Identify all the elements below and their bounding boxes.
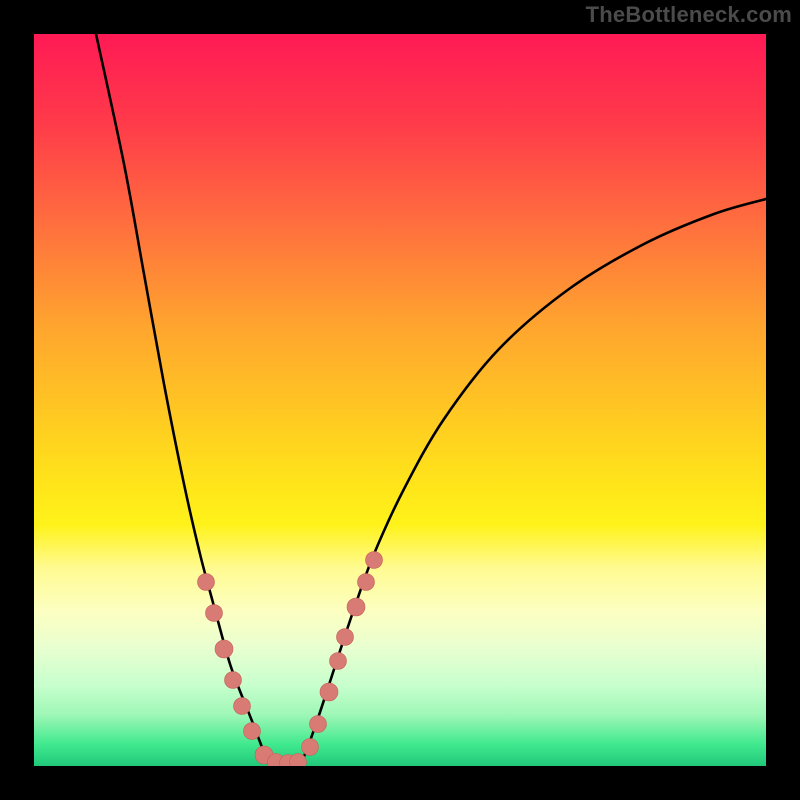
marker-2: [215, 640, 233, 658]
marker-10: [302, 739, 319, 756]
marker-0: [198, 574, 215, 591]
curve-right-curve: [300, 199, 766, 766]
curve-lines: [96, 34, 766, 766]
curve-left-curve: [96, 34, 276, 766]
marker-13: [330, 653, 347, 670]
marker-12: [320, 683, 338, 701]
data-markers: [198, 552, 383, 767]
plot-area: [34, 34, 766, 766]
marker-1: [206, 605, 223, 622]
marker-5: [244, 723, 261, 740]
marker-16: [358, 574, 375, 591]
marker-11: [310, 716, 327, 733]
chart-svg: [34, 34, 766, 766]
watermark-text: TheBottleneck.com: [586, 2, 792, 28]
marker-14: [337, 629, 354, 646]
marker-17: [366, 552, 383, 569]
chart-container: TheBottleneck.com: [0, 0, 800, 800]
marker-15: [347, 598, 365, 616]
marker-4: [234, 698, 251, 715]
marker-3: [225, 672, 242, 689]
